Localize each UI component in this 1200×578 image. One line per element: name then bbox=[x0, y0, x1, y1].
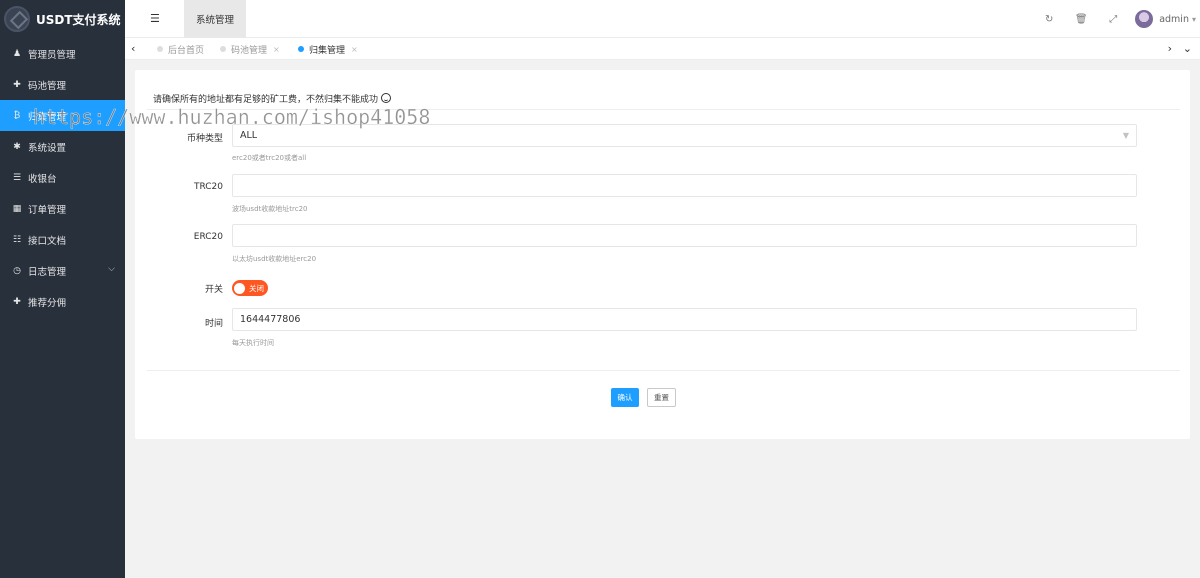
page-tab-collect[interactable]: 归集管理 × bbox=[298, 38, 358, 60]
chevron-left-icon[interactable]: ‹ bbox=[131, 42, 135, 55]
sidebar-item-label: 归集管理 bbox=[28, 111, 67, 123]
trc20-help: 波场usdt收款地址trc20 bbox=[232, 205, 308, 213]
tab-dot bbox=[220, 46, 226, 52]
switch-state: 关闭 bbox=[249, 283, 264, 293]
page-tab-label: 归集管理 bbox=[309, 45, 346, 56]
top-tab-system[interactable]: 系统管理 bbox=[184, 0, 246, 38]
menu-toggle-icon[interactable]: ☰ bbox=[150, 12, 160, 25]
gear-icon: ✱ bbox=[13, 141, 21, 152]
sidebar-item[interactable]: ₿ 归集管理 bbox=[0, 100, 125, 131]
sidebar-item-label: 日志管理 bbox=[28, 266, 67, 278]
page-tabs: ‹ 后台首页 码池管理 × 归集管理 × › ⌄ bbox=[125, 38, 1200, 60]
username[interactable]: admin bbox=[1159, 14, 1189, 25]
sidebar-item-label: 推荐分佣 bbox=[28, 297, 67, 309]
tab-dot bbox=[157, 46, 163, 52]
sidebar-menu: ♟ 管理员管理 ✚ 码池管理 ₿ 归集管理 ✱ 系统设置 ☰ 收银台 ▦ 订单管理 ☷ 接口文档 ◷ 日志管理… bbox=[0, 38, 125, 317]
currency-help: erc20或者trc20或者all bbox=[232, 154, 307, 162]
divider bbox=[147, 370, 1180, 371]
sidebar-item[interactable]: ▦ 订单管理 bbox=[0, 193, 125, 224]
sidebar-item[interactable]: ✚ 推荐分佣 bbox=[0, 286, 125, 317]
switch-label: 开关 bbox=[204, 285, 223, 295]
trc20-input[interactable] bbox=[232, 174, 1137, 197]
document-icon: ☷ bbox=[12, 234, 22, 245]
tab-dot bbox=[298, 46, 304, 52]
reset-button[interactable]: 重置 bbox=[647, 388, 676, 407]
page-tab-label: 码池管理 bbox=[231, 45, 268, 56]
plus-icon: ✚ bbox=[13, 296, 21, 307]
switch-knob bbox=[234, 282, 245, 294]
calculator-icon: ▦ bbox=[12, 203, 22, 214]
confirm-button[interactable]: 确认 bbox=[611, 388, 639, 407]
currency-select[interactable]: ALL ▼ bbox=[232, 124, 1137, 147]
erc20-input[interactable] bbox=[232, 224, 1137, 247]
caret-down-icon: ▼ bbox=[1122, 131, 1129, 140]
topbar: ☰ 系统管理 ↻ 🗑 ⤢ admin ▾ bbox=[125, 0, 1200, 38]
enable-switch[interactable]: 关闭 bbox=[232, 280, 268, 296]
chevron-right-icon[interactable]: › bbox=[1168, 42, 1172, 55]
sidebar-item[interactable]: ☷ 接口文档 bbox=[0, 224, 125, 255]
sidebar-item-label: 系统设置 bbox=[28, 142, 67, 154]
sidebar: USDT支付系统 ♟ 管理员管理 ✚ 码池管理 ₿ 归集管理 ✱ 系统设置 ☰ 收银台 ▦ 订单管理 ☷… bbox=[0, 0, 125, 578]
chevron-down-icon[interactable]: ⌄ bbox=[1183, 42, 1192, 55]
app-title: USDT支付系统 bbox=[36, 12, 121, 27]
sidebar-item[interactable]: ✱ 系统设置 bbox=[0, 131, 125, 162]
page-tab-home[interactable]: 后台首页 bbox=[157, 38, 204, 60]
divider bbox=[147, 109, 1180, 110]
bitcoin-icon: ₿ bbox=[13, 111, 21, 121]
sidebar-item-label: 收银台 bbox=[28, 173, 57, 185]
plus-icon: ✚ bbox=[13, 79, 21, 90]
sidebar-item-label: 订单管理 bbox=[28, 204, 67, 216]
fullscreen-icon[interactable]: ⤢ bbox=[1097, 14, 1129, 25]
time-label: 时间 bbox=[204, 319, 223, 329]
time-help: 每天执行时间 bbox=[232, 339, 274, 347]
time-input[interactable]: 1644477806 bbox=[232, 308, 1137, 331]
chevron-down-icon: ⌵ bbox=[108, 264, 115, 274]
notice-label: 请确保所有的地址都有足够的矿工费，不然归集不能成功 bbox=[153, 95, 379, 105]
form-card: 请确保所有的地址都有足够的矿工费，不然归集不能成功 币种类型 ALL ▼ erc… bbox=[135, 70, 1190, 439]
sidebar-item-label: 码池管理 bbox=[28, 80, 67, 92]
refresh-icon[interactable]: ↻ bbox=[1033, 14, 1065, 25]
sidebar-item-label: 管理员管理 bbox=[28, 49, 76, 61]
sidebar-item[interactable]: ✚ 码池管理 bbox=[0, 69, 125, 100]
currency-value: ALL bbox=[240, 130, 258, 141]
sidebar-item[interactable]: ☰ 收银台 bbox=[0, 162, 125, 193]
currency-label: 币种类型 bbox=[186, 134, 223, 144]
notice-text: 请确保所有的地址都有足够的矿工费，不然归集不能成功 bbox=[153, 92, 392, 105]
trc20-label: TRC20 bbox=[193, 182, 223, 192]
sidebar-item[interactable]: ♟ 管理员管理 bbox=[0, 38, 125, 69]
close-icon[interactable]: × bbox=[273, 45, 280, 54]
logo-icon bbox=[4, 6, 30, 32]
avatar[interactable] bbox=[1135, 10, 1154, 28]
top-tools: ↻ 🗑 ⤢ admin ▾ bbox=[1033, 0, 1200, 38]
close-icon[interactable]: × bbox=[351, 45, 358, 54]
sidebar-item-label: 接口文档 bbox=[28, 235, 67, 247]
sidebar-item[interactable]: ◷ 日志管理 ⌵ bbox=[0, 255, 125, 286]
logo[interactable]: USDT支付系统 bbox=[0, 0, 125, 38]
smile-icon bbox=[381, 93, 392, 103]
clock-icon: ◷ bbox=[13, 265, 21, 276]
page-tab-label: 后台首页 bbox=[168, 45, 205, 56]
list-icon: ☰ bbox=[12, 172, 22, 183]
trash-icon[interactable]: 🗑 bbox=[1065, 14, 1097, 25]
page-tab-pool[interactable]: 码池管理 × bbox=[220, 38, 280, 60]
user-icon: ♟ bbox=[12, 48, 22, 59]
erc20-label: ERC20 bbox=[193, 232, 223, 242]
chevron-down-icon[interactable]: ▾ bbox=[1192, 15, 1196, 24]
erc20-help: 以太坊usdt收款地址erc20 bbox=[232, 255, 317, 263]
